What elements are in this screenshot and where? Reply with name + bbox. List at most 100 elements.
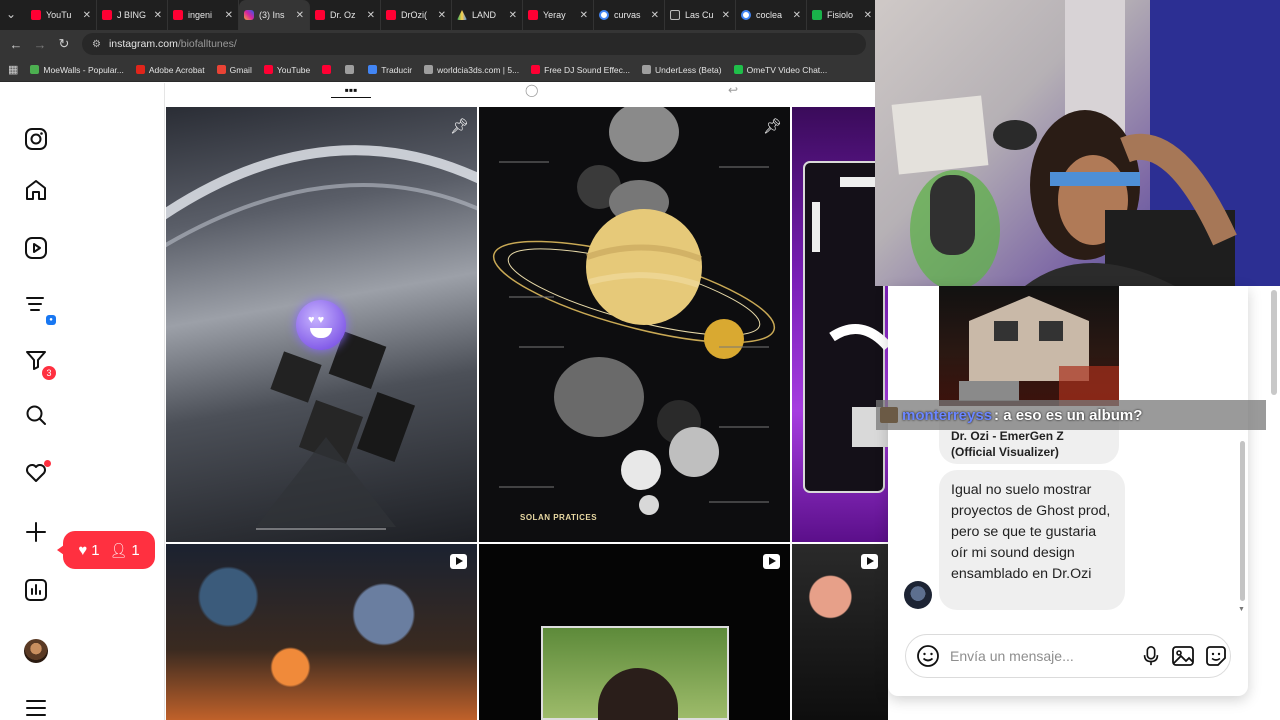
apps-grid-icon[interactable]: ▦ bbox=[8, 63, 18, 76]
tab-tagged-icon[interactable]: ↩ bbox=[728, 83, 738, 97]
search-icon[interactable] bbox=[22, 401, 50, 429]
shared-video-thumbnail[interactable] bbox=[939, 286, 1119, 406]
tab-close-icon[interactable]: ✕ bbox=[296, 10, 304, 21]
tab-reels-icon[interactable]: ◯ bbox=[525, 83, 538, 97]
browser-tab[interactable]: Fisiolo ✕ bbox=[807, 0, 878, 30]
filter-funnel-icon[interactable]: 3 bbox=[22, 346, 56, 380]
bookmark-favicon-icon bbox=[30, 65, 40, 74]
youtube-icon bbox=[31, 10, 41, 20]
bookmark-item[interactable] bbox=[322, 65, 335, 74]
post-1[interactable]: ♥ ♥ 📌︎ bbox=[166, 107, 477, 542]
bookmark-favicon-icon bbox=[642, 65, 651, 74]
bookmark-item[interactable]: MoeWalls - Popular... bbox=[30, 64, 124, 75]
profile-avatar[interactable] bbox=[24, 639, 48, 663]
instagram-logo-icon[interactable] bbox=[22, 125, 50, 153]
pin-icon: 📌︎ bbox=[449, 118, 469, 135]
youtube-icon bbox=[315, 10, 325, 20]
bookmark-label: worldcia3ds.com | 5... bbox=[437, 64, 520, 75]
tab-label: coclea bbox=[756, 10, 783, 20]
sticker-icon[interactable] bbox=[1204, 643, 1228, 669]
tab-close-icon[interactable]: ✕ bbox=[438, 10, 446, 21]
tab-close-icon[interactable]: ✕ bbox=[651, 10, 659, 21]
bookmark-item[interactable]: Free DJ Sound Effec... bbox=[531, 65, 630, 75]
threads-feed-icon[interactable]: ● bbox=[22, 291, 56, 325]
tab-label: J BING bbox=[117, 10, 147, 20]
post-4[interactable] bbox=[166, 544, 477, 720]
notifications-heart-icon[interactable] bbox=[22, 459, 51, 487]
bookmark-item[interactable]: Gmail bbox=[216, 65, 252, 75]
browser-tab[interactable]: J BING ✕ bbox=[97, 0, 168, 30]
tab-label: Dr. Oz bbox=[330, 10, 356, 20]
bookmark-item[interactable]: UnderLess (Beta) bbox=[642, 65, 722, 75]
tab-label: DrOzi( bbox=[401, 10, 427, 20]
browser-tab[interactable]: coclea ✕ bbox=[736, 0, 807, 30]
bookmark-favicon-icon bbox=[531, 65, 541, 74]
reload-icon[interactable]: ↻ bbox=[52, 36, 76, 52]
chat-scrollbar[interactable] bbox=[1240, 441, 1245, 601]
post-2[interactable]: SOLAN PRATICES 📌︎ bbox=[479, 107, 790, 542]
forward-arrow-icon[interactable]: → bbox=[28, 37, 52, 52]
post-3[interactable] bbox=[792, 107, 888, 542]
message-input[interactable] bbox=[950, 648, 1131, 664]
browser-tab[interactable]: Yeray ✕ bbox=[523, 0, 594, 30]
url-field[interactable]: ⚙ instagram.com/biofalltunes/ bbox=[82, 33, 866, 55]
tab-close-icon[interactable]: ✕ bbox=[83, 10, 91, 21]
page-scrollbar[interactable] bbox=[1271, 290, 1277, 395]
tab-search-chevron-icon[interactable]: ⌄ bbox=[6, 7, 16, 21]
tab-close-icon[interactable]: ✕ bbox=[580, 10, 588, 21]
scroll-down-arrow-icon[interactable]: ▼ bbox=[1238, 606, 1245, 613]
screen: { "browser": { "tabs": [ {"label": "YouT… bbox=[0, 0, 1280, 720]
browser-tab[interactable]: ingeni ✕ bbox=[168, 0, 239, 30]
bookmark-item[interactable] bbox=[345, 65, 358, 74]
browser-tab[interactable]: Dr. Oz ✕ bbox=[310, 0, 381, 30]
tab-close-icon[interactable]: ✕ bbox=[367, 10, 375, 21]
bookmark-item[interactable]: Traducir bbox=[368, 65, 412, 75]
tab-close-icon[interactable]: ✕ bbox=[225, 10, 233, 21]
dashboard-chart-icon[interactable] bbox=[22, 576, 50, 604]
tab-close-icon[interactable]: ✕ bbox=[154, 10, 162, 21]
instagram-icon bbox=[244, 10, 254, 20]
purple-smiley-emoji: ♥ ♥ bbox=[296, 300, 346, 350]
tabs-container: YouTu ✕ J BING ✕ ingeni ✕ (3) Ins ✕ Dr. Oz ✕ DrOzi… bbox=[26, 0, 878, 30]
bookmark-item[interactable]: Adobe Acrobat bbox=[135, 65, 205, 75]
tab-close-icon[interactable]: ✕ bbox=[509, 10, 517, 21]
tab-close-icon[interactable]: ✕ bbox=[722, 10, 730, 21]
emoji-icon[interactable] bbox=[916, 643, 940, 669]
tab-close-icon[interactable]: ✕ bbox=[793, 10, 801, 21]
webcam-overlay bbox=[875, 0, 1280, 286]
image-upload-icon[interactable] bbox=[1171, 643, 1195, 669]
post-5[interactable] bbox=[479, 544, 790, 720]
google-drive-icon bbox=[457, 10, 467, 20]
bookmark-label: Free DJ Sound Effec... bbox=[544, 64, 630, 75]
bookmark-favicon-icon bbox=[322, 65, 332, 74]
tab-close-icon[interactable]: ✕ bbox=[864, 10, 872, 21]
likes-count: 1 bbox=[91, 541, 100, 559]
home-icon[interactable] bbox=[22, 176, 50, 204]
notification-dot bbox=[44, 460, 51, 467]
bookmark-item[interactable]: YouTube bbox=[263, 65, 310, 75]
reels-icon[interactable] bbox=[22, 234, 50, 262]
bookmark-favicon-icon bbox=[216, 65, 226, 74]
more-menu-icon[interactable] bbox=[22, 694, 50, 720]
create-plus-icon[interactable] bbox=[22, 518, 50, 546]
bookmark-item[interactable]: worldcia3ds.com | 5... bbox=[424, 65, 519, 75]
thumbnail-artwork bbox=[959, 296, 1119, 406]
site-info-icon[interactable]: ⚙ bbox=[92, 39, 101, 50]
browser-tab[interactable]: Las Cu ✕ bbox=[665, 0, 736, 30]
post-2-artwork bbox=[492, 107, 776, 515]
browser-tab[interactable]: YouTu ✕ bbox=[26, 0, 97, 30]
microphone-icon[interactable] bbox=[1140, 643, 1162, 669]
notifications-popup[interactable]: ♥ 1 👤︎ 1 bbox=[57, 531, 155, 569]
sender-avatar[interactable] bbox=[904, 581, 932, 609]
bookmark-item[interactable]: OmeTV Video Chat... bbox=[733, 65, 827, 75]
browser-tab[interactable]: curvas ✕ bbox=[594, 0, 665, 30]
browser-tab[interactable]: (3) Ins ✕ bbox=[239, 0, 310, 30]
bookmark-label: MoeWalls - Popular... bbox=[43, 64, 124, 75]
browser-tab[interactable]: DrOzi( ✕ bbox=[381, 0, 452, 30]
filter-badge: 3 bbox=[42, 366, 56, 380]
post-6[interactable] bbox=[792, 544, 888, 720]
tab-posts-grid-icon[interactable]: ▪▪▪ bbox=[331, 83, 371, 98]
back-arrow-icon[interactable]: ← bbox=[4, 37, 28, 52]
browser-tab[interactable]: LAND ✕ bbox=[452, 0, 523, 30]
follows-count: 1 bbox=[131, 541, 140, 559]
